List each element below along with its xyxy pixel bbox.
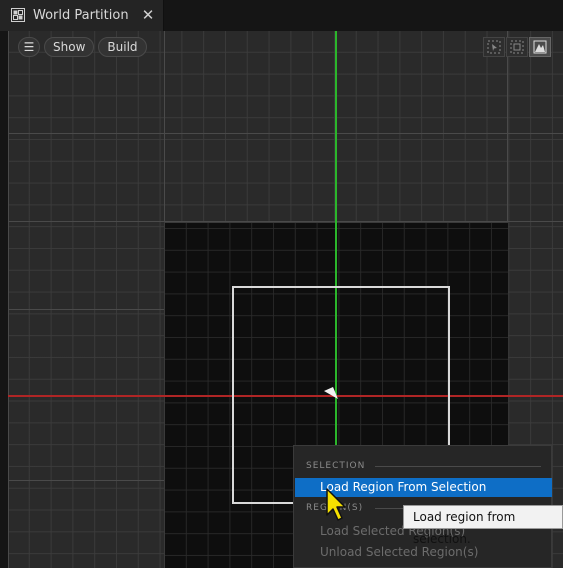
major-grid-line xyxy=(8,31,9,568)
major-grid-line xyxy=(8,480,164,481)
hamburger-menu-button[interactable]: ☰ xyxy=(18,37,40,57)
tab-title: World Partition xyxy=(33,8,129,23)
menu-section-header-selection: SELECTION xyxy=(306,459,541,473)
player-location-icon xyxy=(324,387,338,399)
hamburger-icon: ☰ xyxy=(23,40,35,54)
build-button[interactable]: Build xyxy=(98,37,147,57)
terrain-mode-icon xyxy=(533,40,547,54)
terrain-mode-button[interactable] xyxy=(529,37,551,57)
major-grid-line xyxy=(507,31,508,222)
major-grid-line xyxy=(8,309,164,310)
select-mode-icon xyxy=(487,40,501,54)
viewport-toolbar: ☰ Show Build xyxy=(18,37,147,57)
mouse-cursor-icon xyxy=(326,488,346,521)
close-icon[interactable]: ✕ xyxy=(140,0,156,31)
major-grid-line xyxy=(164,31,165,222)
section-label: SELECTION xyxy=(306,461,366,471)
marquee-mode-button[interactable] xyxy=(506,37,528,57)
major-grid-line xyxy=(8,133,563,134)
world-partition-icon xyxy=(11,8,25,22)
mode-toolbar xyxy=(483,37,551,57)
marquee-mode-icon xyxy=(510,40,524,54)
show-button[interactable]: Show xyxy=(44,37,95,57)
select-mode-button[interactable] xyxy=(483,37,505,57)
tooltip: Load region from selection. xyxy=(403,505,563,546)
section-divider xyxy=(375,466,541,467)
tab-world-partition[interactable]: World Partition ✕ xyxy=(0,0,164,31)
tab-bar: World Partition ✕ xyxy=(0,0,563,31)
